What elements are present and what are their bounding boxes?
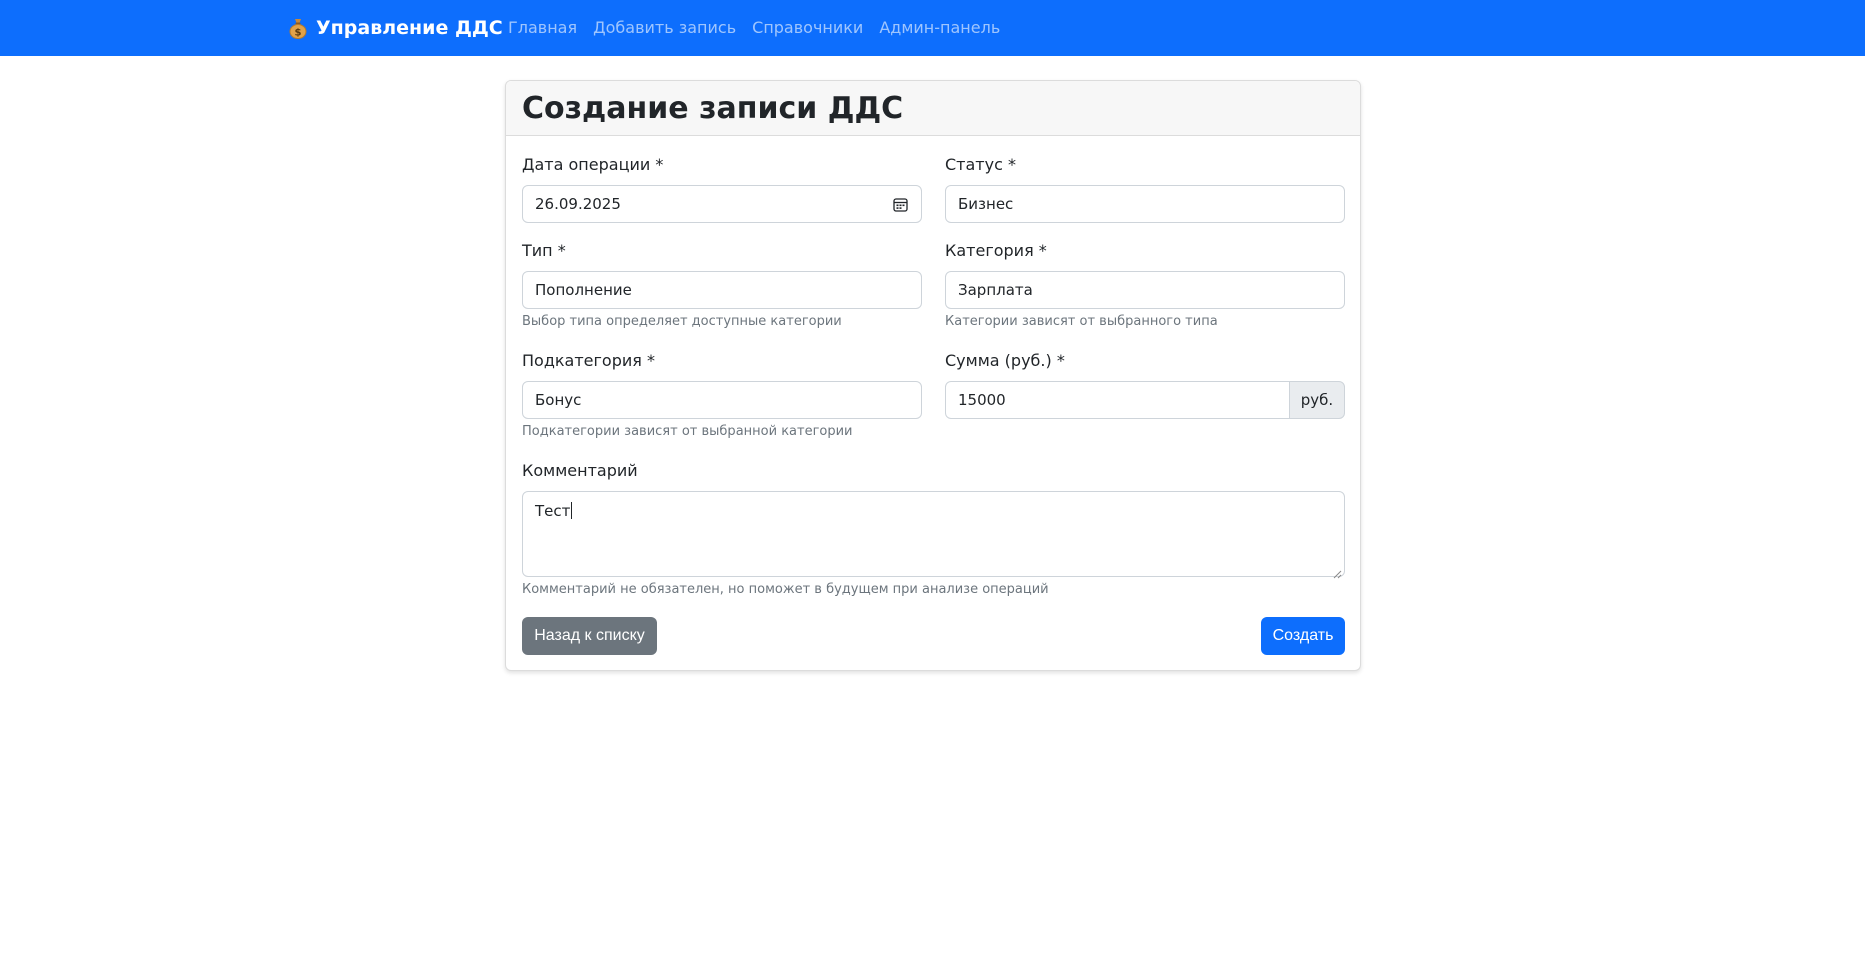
calendar-icon[interactable]	[893, 197, 908, 212]
comment-label: Комментарий	[522, 461, 638, 480]
subcategory-label: Подкатегория *	[522, 351, 655, 370]
category-hint: Категории зависят от выбранного типа	[945, 314, 1218, 329]
comment-textarea[interactable]: Тест	[522, 491, 1345, 579]
type-hint: Выбор типа определяет доступные категори…	[522, 314, 842, 329]
text-caret	[571, 502, 573, 519]
brand-link[interactable]: $ Управление ДДС	[288, 14, 503, 42]
type-value: Пополнение	[535, 281, 632, 299]
create-button[interactable]: Создать	[1261, 617, 1345, 655]
date-value: 26.09.2025	[535, 195, 621, 213]
nav-links: Главная Добавить запись Справочники Адми…	[508, 18, 1008, 38]
subcategory-select[interactable]: Бонус	[522, 381, 922, 419]
subcategory-hint: Подкатегории зависят от выбранной катего…	[522, 424, 853, 439]
resize-grip-icon[interactable]	[1333, 565, 1342, 579]
subcategory-value: Бонус	[535, 391, 582, 409]
status-label: Статус *	[945, 155, 1016, 174]
category-select[interactable]: Зарплата	[945, 271, 1345, 309]
amount-value: 15000	[958, 391, 1006, 409]
nav-link-references[interactable]: Справочники	[744, 18, 871, 38]
category-value: Зарплата	[958, 281, 1033, 299]
type-select[interactable]: Пополнение	[522, 271, 922, 309]
status-select[interactable]: Бизнес	[945, 185, 1345, 223]
comment-hint: Комментарий не обязателен, но поможет в …	[522, 582, 1049, 597]
svg-text:$: $	[295, 28, 302, 39]
comment-value: Тест	[535, 502, 571, 520]
category-label: Категория *	[945, 241, 1047, 260]
nav-link-add-record[interactable]: Добавить запись	[585, 18, 744, 38]
create-record-card: Создание записи ДДС Дата операции * 26.0…	[505, 80, 1361, 671]
money-bag-icon: $	[288, 17, 308, 39]
page-title: Создание записи ДДС	[522, 91, 904, 126]
nav-link-home[interactable]: Главная	[508, 18, 585, 38]
navbar: $ Управление ДДС Главная Добавить запись…	[0, 0, 1865, 56]
card-header: Создание записи ДДС	[506, 81, 1360, 136]
date-input[interactable]: 26.09.2025	[522, 185, 922, 223]
date-label: Дата операции *	[522, 155, 664, 174]
currency-addon: руб.	[1289, 381, 1345, 419]
amount-input[interactable]: 15000	[945, 381, 1290, 419]
amount-label: Сумма (руб.) *	[945, 351, 1065, 370]
nav-link-admin-panel[interactable]: Админ-панель	[871, 18, 1008, 38]
type-label: Тип *	[522, 241, 566, 260]
status-value: Бизнес	[958, 195, 1014, 213]
brand-title: Управление ДДС	[316, 17, 503, 39]
back-to-list-button[interactable]: Назад к списку	[522, 617, 657, 655]
